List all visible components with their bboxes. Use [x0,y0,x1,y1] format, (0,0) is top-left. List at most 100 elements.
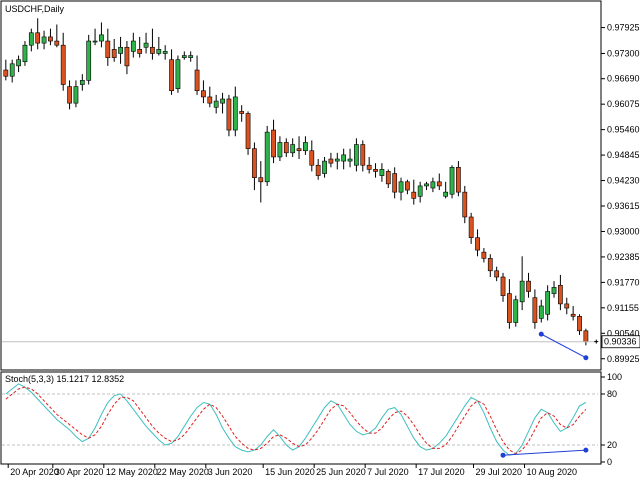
candle-body [169,59,174,92]
candle-body [232,96,238,131]
candle-body [366,164,372,170]
candle-body [41,36,47,44]
candle-body [79,80,85,85]
candle-body [258,177,264,183]
candle-body [283,142,289,154]
stochastic-layer [2,383,598,458]
candle-body [526,280,531,292]
date-tick-label: 30 Apr 2020 [55,467,104,477]
date-tick-label: 17 Jul 2020 [418,467,465,477]
price-tick-label: 0.94230 [607,176,640,186]
candle-body [48,36,53,42]
stoch-divergence-end [583,447,589,453]
candle-body [398,181,404,193]
candle-body [379,169,385,176]
date-axis: 20 Apr 202030 Apr 2020 12 May 202022 May … [7,464,578,477]
candle-body [188,55,194,58]
candle-body [462,191,468,218]
price-tick-label: 0.91155 [607,303,639,313]
candle-body [181,55,187,58]
stoch-tick-label: 100 [607,372,622,382]
candle-body [130,40,136,52]
date-tick-label: 10 Aug 2020 [527,467,578,477]
date-tick-label: 29 Jul 2020 [476,467,523,477]
candle-body [354,144,359,166]
candle-body [111,49,117,58]
candle-body [124,46,130,67]
candle-body [481,251,487,259]
candle-body [296,148,302,152]
date-tick-label: 20 Apr 2020 [10,467,59,477]
stoch-tick-label: 80 [607,389,617,399]
stoch-signal-line [5,386,587,455]
candle-body [436,181,442,187]
candle-body [264,131,270,183]
candle-body [54,40,60,46]
candle-body [162,51,168,54]
candle-body [443,191,449,197]
candle-body [156,49,162,54]
candle-body [239,111,245,114]
candle-body [271,129,276,158]
candle-body [538,305,544,319]
candle-body [118,46,123,54]
candle-body [9,63,15,77]
date-tick-label: 15 Jun 2020 [265,467,315,477]
candle-body [558,284,563,305]
candle-body [143,42,149,48]
candle-body [73,86,79,104]
candle-body [341,154,347,162]
date-tick-label: 22 May 2020 [157,467,209,477]
candle-body [252,148,257,178]
candle-body [468,216,474,238]
candle-body [360,144,366,166]
date-tick-label: 25 Jun 2020 [316,467,366,477]
candle-body [424,183,429,187]
candle-body [507,293,512,323]
candle-body [487,258,493,272]
candle-body [303,142,308,152]
candle-body [392,173,398,193]
candle-body [201,90,206,98]
price-tick-label: 0.95460 [607,125,640,135]
candle-body [22,44,28,63]
price-tick-label: 0.93615 [607,201,640,211]
candle-body [564,303,570,309]
candle-body [99,34,104,42]
candle-body [373,169,378,172]
candle-body [86,40,92,81]
stoch-main-line [5,383,587,456]
candle-body [405,181,410,191]
candle-body [570,313,576,317]
candle-body [35,32,41,44]
candle-body [417,185,423,197]
candle-body [475,237,480,251]
candle-body [28,32,34,46]
candle-body [347,158,353,162]
candle-body [513,299,519,323]
candle-body [430,181,436,189]
price-tick-label: 0.97300 [607,48,640,58]
stochastic-pane-border [0,371,602,465]
date-tick-label: 3 Jun 2020 [208,467,253,477]
chart-window[interactable]: USDCHF,Daily Stoch(5,3,3) 15.1217 12.835… [0,0,640,480]
stoch-tick-label: 0 [607,457,612,467]
candle-body [456,167,461,193]
chart-canvas[interactable]: USDCHF,Daily Stoch(5,3,3) 15.1217 12.835… [0,0,640,480]
price-tick-label: 0.96075 [607,99,640,109]
candle-body [411,191,417,199]
candle-body [92,40,98,43]
candle-body [3,69,9,77]
candle-body [207,96,213,104]
candle-body [532,297,538,323]
candle-body [245,113,251,149]
candle-body [494,270,500,278]
price-axis: 0.97925 0.97300 0.96690 0.96075 0.95460 0.948… [601,23,640,364]
candle-body [309,150,315,166]
price-tick-label: 0.93000 [607,226,640,236]
stoch-divergence-line [502,449,586,456]
price-tick-label: 0.94845 [607,150,640,160]
current-price-label: 0.90336 [604,337,637,347]
date-tick-label: 12 May 2020 [106,467,158,477]
stoch-divergence-start [500,452,506,458]
